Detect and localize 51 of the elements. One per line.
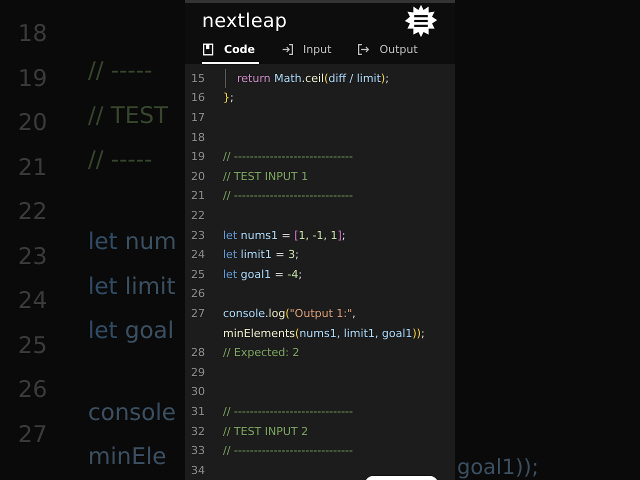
line-number: 32 — [190, 424, 206, 438]
menu-icon[interactable] — [404, 4, 438, 38]
line-number: 18 — [190, 130, 206, 144]
line-number: 22 — [190, 208, 206, 222]
line-number: 15 — [190, 72, 206, 85]
line-number: 28 — [190, 346, 206, 360]
code-line: return Math.ceil(diff / limit); — [237, 72, 389, 85]
line-number: 33 — [190, 444, 206, 458]
line-number: 24 — [190, 248, 206, 262]
line-number: 20 — [190, 170, 206, 183]
enter-icon — [280, 42, 294, 56]
line-number: 31 — [190, 404, 206, 418]
line-number: 16 — [190, 91, 206, 104]
code-line: let goal — [88, 318, 174, 344]
code-line: // TEST INPUT 2 — [223, 424, 308, 438]
code-line: // ------------------------------ — [223, 150, 353, 164]
line-number: 30 — [190, 385, 206, 398]
code-line: // ----- — [88, 147, 152, 174]
line-number: 27 — [190, 306, 206, 320]
code-line: minEle — [88, 444, 166, 470]
tab[interactable]: Code — [202, 42, 259, 64]
logo: nextleap — [202, 10, 288, 32]
code-line: let num — [88, 229, 176, 256]
code-line: // ------------------------------ — [223, 444, 353, 458]
line-number: 34 — [190, 464, 206, 477]
code-line: // Expected: 2 — [223, 346, 300, 360]
code-line: console — [88, 400, 176, 426]
code-line: // ------------------------------ — [223, 404, 353, 418]
code-line: minElements(nums1, limit1, goal1)); — [223, 326, 425, 340]
code-line: // TEST INPUT 1 — [223, 170, 308, 183]
code-line: let goal1 = -4; — [223, 268, 302, 281]
page-icon — [202, 42, 215, 56]
code-line: let nums1 = [1, -1, 1]; — [223, 228, 346, 242]
line-number: 17 — [190, 111, 206, 124]
code-line: console.log("Output 1:", — [223, 306, 356, 320]
tab[interactable]: Output — [357, 42, 422, 64]
code-line: let limit1 = 3; — [223, 248, 299, 262]
exit-icon — [357, 42, 370, 56]
code-line: // ----- — [88, 58, 152, 84]
code-line: let limit — [88, 274, 176, 300]
line-number: 29 — [190, 366, 206, 379]
line-number: 26 — [190, 287, 206, 300]
code-line: // TEST — [88, 102, 168, 129]
code-line: // ------------------------------ — [223, 189, 353, 202]
line-number: 19 — [190, 150, 206, 164]
line-number: 23 — [190, 228, 206, 242]
line-number: 21 — [190, 189, 206, 202]
tab[interactable]: Input — [280, 42, 336, 64]
line-number: 25 — [190, 268, 206, 281]
code-line: goal1)); — [456, 454, 539, 480]
code-line: }; — [223, 91, 234, 104]
